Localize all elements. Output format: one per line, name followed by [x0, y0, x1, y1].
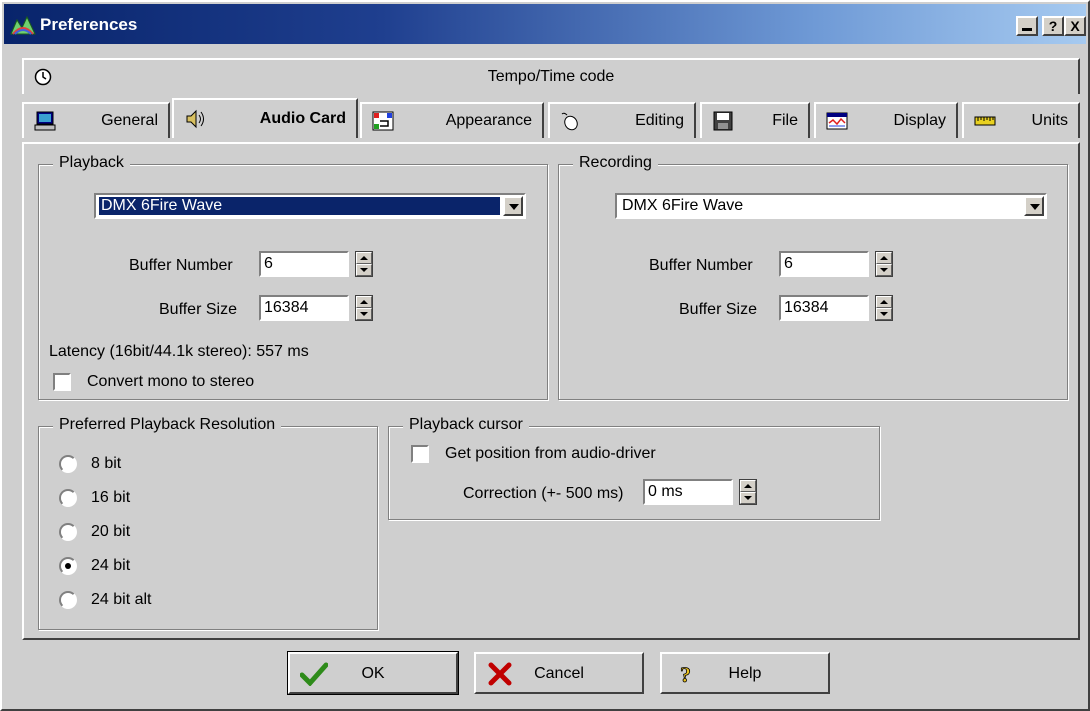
correction-spinner[interactable]	[739, 479, 757, 505]
tab-label: Tempo/Time code	[487, 68, 615, 85]
playback-buffer-number-label: Buffer Number	[129, 257, 233, 274]
title-bar[interactable]: Preferences ? X	[4, 4, 1086, 44]
playback-buffer-size-spinner[interactable]	[355, 295, 373, 321]
help-title-button[interactable]: ?	[1042, 16, 1064, 36]
radio-20-bit-label: 20 bit	[91, 523, 131, 540]
latency-text: Latency (16bit/44.1k stereo): 557 ms	[49, 343, 309, 360]
mouse-icon	[561, 112, 578, 131]
radio-8-bit-label: 8 bit	[91, 455, 122, 472]
recording-buffer-size-input[interactable]: 16384	[779, 295, 869, 321]
speaker-icon	[186, 109, 204, 129]
tab-label: General	[101, 112, 158, 129]
get-position-label: Get position from audio-driver	[445, 445, 656, 462]
recording-title: Recording	[573, 154, 658, 172]
display-icon	[826, 112, 848, 130]
tab-label: Appearance	[445, 112, 532, 129]
radio-24-bit-alt[interactable]	[59, 591, 77, 609]
radio-16-bit-label: 16 bit	[91, 489, 131, 506]
tab-label: Units	[1031, 112, 1068, 129]
audio-card-panel: Playback DMX 6Fire Wave Buffer Number 6 …	[22, 142, 1080, 640]
window-title: Preferences	[40, 15, 138, 34]
correction-input[interactable]: 0 ms	[643, 479, 733, 505]
playback-cursor-group: Playback cursor Get position from audio-…	[388, 416, 880, 520]
radio-8-bit[interactable]	[59, 455, 77, 473]
recording-buffer-number-input[interactable]: 6	[779, 251, 869, 277]
recording-group: Recording DMX 6Fire Wave Buffer Number 6…	[558, 154, 1068, 400]
app-logo-icon	[10, 15, 36, 35]
computer-icon	[34, 111, 56, 131]
recording-device-select[interactable]: DMX 6Fire Wave	[615, 193, 1047, 219]
recording-buffer-size-spinner[interactable]	[875, 295, 893, 321]
playback-buffer-size-label: Buffer Size	[159, 301, 237, 318]
chevron-down-icon[interactable]	[503, 196, 523, 216]
tab-label: Audio Card	[259, 110, 346, 127]
playback-device-value: DMX 6Fire Wave	[99, 197, 500, 215]
help-label: Help	[728, 665, 762, 682]
recording-buffer-number-spinner[interactable]	[875, 251, 893, 277]
convert-mono-checkbox[interactable]	[53, 373, 71, 391]
convert-mono-label: Convert mono to stereo	[87, 373, 255, 390]
tab-file[interactable]: File	[700, 102, 810, 138]
playback-buffer-number-input[interactable]: 6	[259, 251, 349, 277]
preferences-window: Preferences ? X Tempo/Time code General …	[0, 0, 1090, 711]
playback-title: Playback	[53, 154, 130, 172]
tab-general[interactable]: General	[22, 102, 170, 138]
chevron-down-icon[interactable]	[1024, 196, 1044, 216]
palette-icon	[372, 111, 394, 131]
recording-buffer-number-label: Buffer Number	[649, 257, 753, 274]
tab-tempo-timecode[interactable]: Tempo/Time code	[22, 58, 1080, 94]
tab-label: Display	[893, 112, 946, 129]
playback-cursor-title: Playback cursor	[403, 416, 529, 434]
recording-buffer-size-label: Buffer Size	[679, 301, 757, 318]
cancel-button[interactable]: Cancel	[474, 652, 644, 694]
tab-units[interactable]: Units	[962, 102, 1080, 138]
radio-20-bit[interactable]	[59, 523, 77, 541]
correction-label: Correction (+- 500 ms)	[463, 485, 624, 502]
radio-24-bit-label: 24 bit	[91, 557, 131, 574]
ok-label: OK	[361, 665, 385, 682]
help-button[interactable]: ? Help	[660, 652, 830, 694]
close-button[interactable]: X	[1064, 16, 1086, 36]
radio-24-bit[interactable]	[59, 557, 77, 575]
radio-16-bit[interactable]	[59, 489, 77, 507]
tab-label: File	[772, 112, 798, 129]
playback-group: Playback DMX 6Fire Wave Buffer Number 6 …	[38, 154, 548, 400]
resolution-title: Preferred Playback Resolution	[53, 416, 282, 434]
playback-buffer-number-spinner[interactable]	[355, 251, 373, 277]
tab-editing[interactable]: Editing	[548, 102, 696, 138]
tab-label: Editing	[635, 112, 684, 129]
cancel-label: Cancel	[534, 665, 584, 682]
floppy-disk-icon	[713, 111, 733, 131]
playback-device-select[interactable]: DMX 6Fire Wave	[94, 193, 526, 219]
recording-device-value: DMX 6Fire Wave	[622, 197, 744, 214]
resolution-group: Preferred Playback Resolution 8 bit 16 b…	[38, 416, 378, 630]
radio-24-bit-alt-label: 24 bit alt	[91, 591, 152, 608]
ruler-icon	[974, 116, 996, 126]
tab-audio-card[interactable]: Audio Card	[172, 98, 358, 138]
minimize-button[interactable]	[1016, 16, 1038, 36]
tab-display[interactable]: Display	[814, 102, 958, 138]
playback-buffer-size-input[interactable]: 16384	[259, 295, 349, 321]
tab-appearance[interactable]: Appearance	[360, 102, 544, 138]
ok-button[interactable]: OK	[287, 651, 459, 695]
get-position-checkbox[interactable]	[411, 445, 429, 463]
